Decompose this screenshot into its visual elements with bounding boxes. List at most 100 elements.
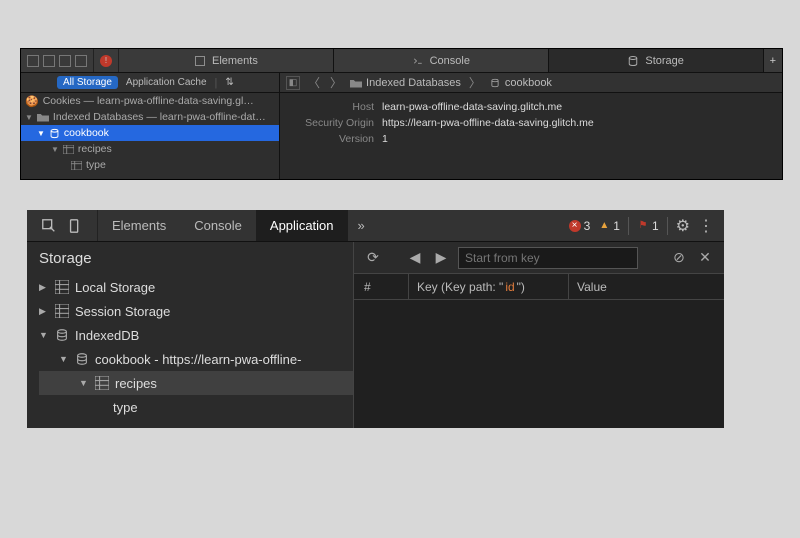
tab-console[interactable]: Console <box>180 210 256 241</box>
clear-icon[interactable]: ⊘ <box>670 249 688 266</box>
tree-label: Cookies — learn-pwa-offline-data-saving.… <box>43 95 254 107</box>
col-key-path: id <box>505 280 514 294</box>
tree-label: cookbook <box>64 127 109 139</box>
all-storage-pill[interactable]: All Storage <box>57 76 118 89</box>
col-key[interactable]: Key (Key path: "id") <box>409 274 569 299</box>
tree-cookbook[interactable]: ▼ cookbook <box>21 125 279 141</box>
tab-label: Elements <box>212 55 258 67</box>
database-detail: Hostlearn-pwa-offline-data-saving.glitch… <box>280 93 782 179</box>
sidebar-label: Session Storage <box>75 304 170 319</box>
dock-icon[interactable] <box>43 55 55 67</box>
detail-value: learn-pwa-offline-data-saving.glitch.me <box>382 101 562 113</box>
errors-badge[interactable]: ×3 <box>569 219 591 233</box>
window-controls[interactable] <box>21 49 94 72</box>
disclosure-icon[interactable]: ▼ <box>51 145 59 154</box>
detail-key: Security Origin <box>290 117 382 129</box>
tree-cookies[interactable]: 🍪 Cookies — learn-pwa-offline-data-savin… <box>21 93 279 109</box>
inspect-icon[interactable] <box>41 218 57 234</box>
overflow-button[interactable]: + <box>764 49 782 72</box>
tab-storage[interactable]: Storage <box>549 49 764 72</box>
console-icon <box>412 55 424 67</box>
badge-count: 3 <box>584 219 591 233</box>
flag-icon: ⚑ <box>637 220 649 232</box>
warnings-badge[interactable]: ▲1 <box>598 219 620 233</box>
sidebar-label: type <box>113 400 138 415</box>
sidebar-indexeddb[interactable]: IndexedDB <box>39 323 353 347</box>
tab-application[interactable]: Application <box>256 210 348 241</box>
close-icon[interactable] <box>27 55 39 67</box>
idb-toolbar: ⟳ ◀ ▶ ⊘ ✕ <box>354 242 724 274</box>
breadcrumb-sep-icon: 〉 <box>467 74 483 91</box>
storage-grid-icon <box>55 304 69 318</box>
sidebar-toggle-icon[interactable]: ◧ <box>286 76 300 90</box>
database-icon <box>55 328 69 342</box>
more-icon[interactable]: ⋮ <box>698 216 714 236</box>
database-icon <box>489 78 501 88</box>
database-icon <box>49 128 60 139</box>
error-badge[interactable]: ! <box>94 49 119 72</box>
tab-console[interactable]: Console <box>334 49 549 72</box>
sidebar-label: cookbook - https://learn-pwa-offline- <box>95 352 301 367</box>
folder-icon <box>37 112 49 122</box>
tree-type[interactable]: type <box>21 157 279 173</box>
table-icon <box>63 145 74 154</box>
breadcrumb-label: Indexed Databases <box>366 77 461 89</box>
col-key-suffix: ") <box>517 280 525 294</box>
dock-bottom-icon[interactable] <box>75 55 87 67</box>
badge-count: 1 <box>652 219 659 233</box>
tree-indexed-databases[interactable]: ▼ Indexed Databases — learn-pwa-offline-… <box>21 109 279 125</box>
sidebar-session-storage[interactable]: Session Storage <box>39 299 353 323</box>
breadcrumb[interactable]: Indexed Databases <box>350 77 461 89</box>
detail-value: 1 <box>382 133 388 145</box>
disclosure-icon[interactable]: ▼ <box>25 113 33 122</box>
tab-label: Console <box>430 55 470 67</box>
tabs-overflow-icon[interactable]: » <box>348 210 375 241</box>
chrome-toolbar-left <box>27 210 98 241</box>
storage-icon <box>627 55 639 67</box>
sidebar-type-index[interactable]: type <box>39 395 353 419</box>
storage-grid-icon <box>55 280 69 294</box>
nav-forward-icon[interactable]: 〉 <box>328 74 344 91</box>
warning-icon: ▲ <box>598 220 610 232</box>
sidebar-label: IndexedDB <box>75 328 139 343</box>
settings-icon[interactable]: ⚙ <box>676 216 690 236</box>
col-value[interactable]: Value <box>569 274 724 299</box>
chrome-devtools-window: Elements Console Application » ×3 ▲1 ⚑1 … <box>27 210 724 428</box>
col-index[interactable]: # <box>354 274 409 299</box>
tree-label: Indexed Databases — learn-pwa-offline-da… <box>53 111 266 123</box>
chrome-toolbar-right: ×3 ▲1 ⚑1 ⚙ ⋮ <box>559 216 724 236</box>
table-icon <box>71 161 82 170</box>
breadcrumb[interactable]: cookbook <box>489 77 552 89</box>
close-icon[interactable]: ✕ <box>696 249 714 266</box>
folder-icon <box>350 78 362 88</box>
nav-back-icon[interactable]: 〈 <box>306 74 322 91</box>
sidebar-recipes-store[interactable]: recipes <box>39 371 353 395</box>
page-prev-icon[interactable]: ◀ <box>406 249 424 266</box>
dock-side-icon[interactable] <box>59 55 71 67</box>
app-cache-filter[interactable]: Application Cache <box>122 77 211 88</box>
tree-recipes[interactable]: ▼ recipes <box>21 141 279 157</box>
breadcrumb-label: cookbook <box>505 77 552 89</box>
device-icon[interactable] <box>67 218 83 234</box>
detail-value: https://learn-pwa-offline-data-saving.gl… <box>382 117 594 129</box>
disclosure-icon[interactable]: ▼ <box>37 129 45 138</box>
page-next-icon[interactable]: ▶ <box>432 249 450 266</box>
error-icon: × <box>569 220 581 232</box>
start-from-key-input[interactable] <box>458 247 638 269</box>
safari-inspector-window: ! Elements Console Storage + All Storage… <box>20 48 783 180</box>
badge-count: 1 <box>613 219 620 233</box>
application-sidebar: Storage Local Storage Session Storage In… <box>27 242 353 428</box>
sidebar-local-storage[interactable]: Local Storage <box>39 275 353 299</box>
safari-toolbar: ! Elements Console Storage + <box>21 49 782 73</box>
safari-filter-bar: All Storage Application Cache | ⇅ ◧ 〈 〉 … <box>21 73 782 93</box>
idb-column-headers: # Key (Key path: "id") Value <box>354 274 724 300</box>
tab-elements[interactable]: Elements <box>98 210 180 241</box>
storage-heading: Storage <box>39 250 353 267</box>
storage-tree: 🍪 Cookies — learn-pwa-offline-data-savin… <box>21 93 280 179</box>
tab-elements[interactable]: Elements <box>119 49 334 72</box>
issues-badge[interactable]: ⚑1 <box>637 219 659 233</box>
filter-chevron-icon[interactable]: ⇅ <box>221 77 237 88</box>
sidebar-cookbook-db[interactable]: cookbook - https://learn-pwa-offline- <box>39 347 353 371</box>
refresh-icon[interactable]: ⟳ <box>364 249 382 266</box>
database-icon <box>75 352 89 366</box>
